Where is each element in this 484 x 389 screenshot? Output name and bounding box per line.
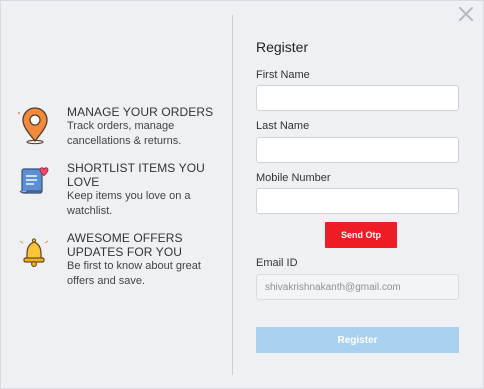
first-name-label: First Name (256, 69, 310, 81)
feature-title: AWESOME OFFERS UPDATES FOR YOU (67, 231, 183, 259)
send-otp-button[interactable]: Send Otp (325, 222, 397, 248)
feature-shortlist: SHORTLIST ITEMS YOU LOVE Keep items you … (15, 161, 215, 219)
email-label: Email ID (256, 257, 298, 269)
feature-description: Keep items you love on a watchlist. (67, 190, 191, 217)
column-divider (232, 15, 233, 375)
last-name-input[interactable] (256, 137, 459, 163)
feature-title: MANAGE YOUR ORDERS (67, 105, 214, 119)
shortlist-icon (15, 161, 55, 201)
feature-description: Be first to know about great offers and … (67, 260, 201, 287)
last-name-label: Last Name (256, 120, 310, 132)
bell-icon (15, 231, 55, 271)
map-pin-icon (15, 105, 55, 145)
form-title: Register (256, 39, 309, 55)
feature-title: SHORTLIST ITEMS YOU LOVE (67, 161, 205, 189)
mobile-number-input[interactable] (256, 188, 459, 214)
mobile-number-label: Mobile Number (256, 172, 331, 184)
close-icon[interactable] (457, 5, 475, 23)
feature-manage-orders: MANAGE YOUR ORDERS Track orders, manage … (15, 105, 215, 149)
email-input[interactable] (256, 274, 459, 300)
register-button[interactable]: Register (256, 327, 459, 353)
feature-offers: AWESOME OFFERS UPDATES FOR YOU Be first … (15, 231, 215, 289)
feature-description: Track orders, manage cancellations & ret… (67, 120, 182, 147)
register-modal: MANAGE YOUR ORDERS Track orders, manage … (0, 0, 484, 389)
features-list: MANAGE YOUR ORDERS Track orders, manage … (15, 97, 215, 301)
first-name-input[interactable] (256, 85, 459, 111)
